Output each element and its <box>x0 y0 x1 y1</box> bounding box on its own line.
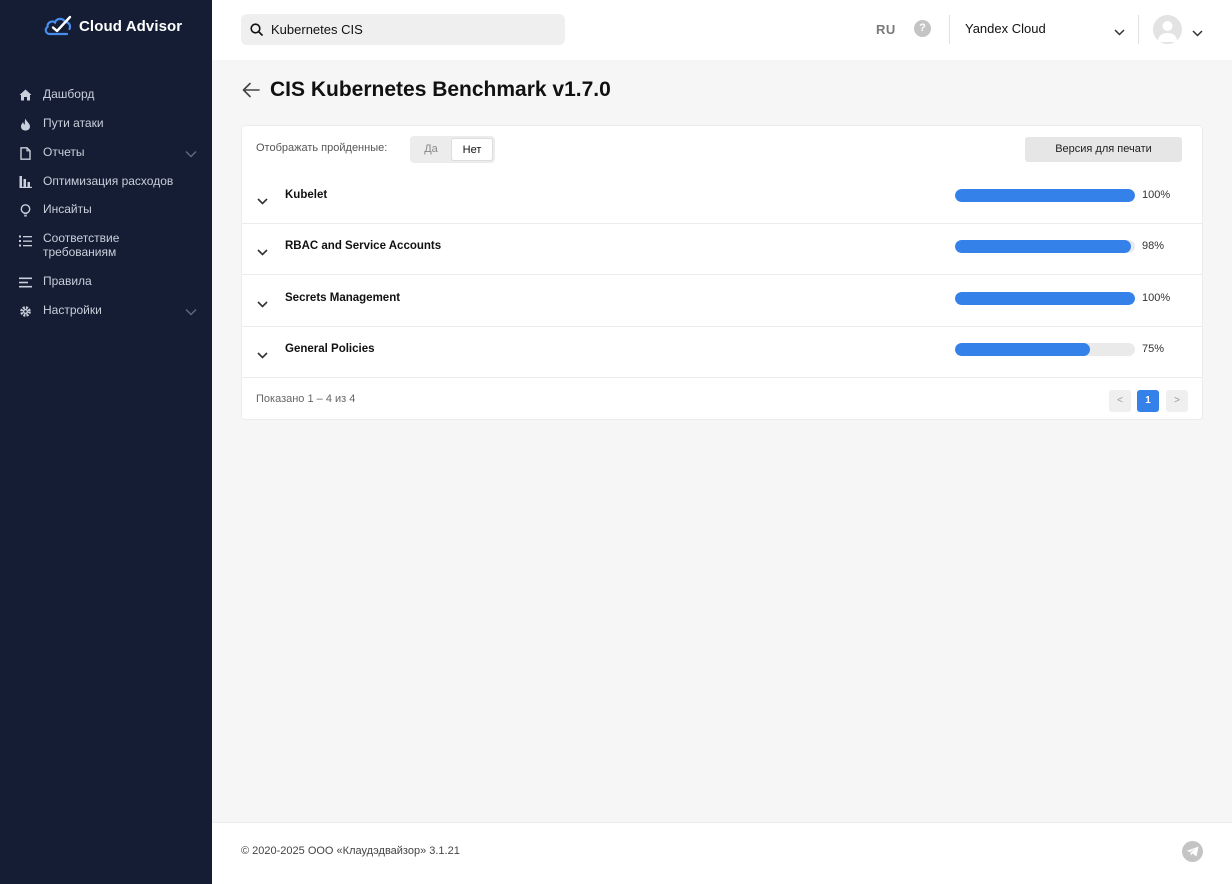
sidebar: Cloud Advisor Дашборд Пути атаки Отчеты <box>0 0 212 884</box>
progress-bar <box>955 292 1135 305</box>
cloud-selector-value: Yandex Cloud <box>965 21 1046 36</box>
footer: © 2020-2025 ООО «Клаудэдвайзор» 3.1.21 <box>212 822 1232 884</box>
copyright: © 2020-2025 ООО «Клаудэдвайзор» 3.1.21 <box>241 845 460 857</box>
section-name: Secrets Management <box>285 292 401 304</box>
chevron-down-icon <box>185 305 197 319</box>
sidebar-item-label: Настройки <box>43 303 102 317</box>
benchmark-row[interactable]: General Policies 75% <box>242 327 1202 378</box>
pagination-info: Показано 1 – 4 из 4 <box>256 393 356 405</box>
help-icon[interactable]: ? <box>914 20 931 37</box>
toggle-option-no[interactable]: Нет <box>451 138 493 161</box>
language-switch[interactable]: RU <box>876 22 896 37</box>
benchmark-card: Отображать пройденные: Да Нет Версия для… <box>241 125 1203 420</box>
lightbulb-icon <box>18 203 32 217</box>
section-name: RBAC and Service Accounts <box>285 240 442 252</box>
sidebar-item-label: Дашборд <box>43 87 95 101</box>
chevron-down-icon[interactable] <box>257 243 268 261</box>
home-icon <box>18 88 32 102</box>
progress-fill <box>955 343 1090 356</box>
back-arrow-icon[interactable] <box>242 82 260 103</box>
topbar: RU ? Yandex Cloud <box>212 0 1232 60</box>
progress-bar <box>955 240 1135 253</box>
document-icon <box>18 146 32 160</box>
divider <box>1138 15 1139 44</box>
progress-percent: 98% <box>1142 240 1165 252</box>
chevron-down-icon <box>1114 24 1125 39</box>
progress-percent: 100% <box>1142 292 1171 304</box>
progress-percent: 100% <box>1142 189 1171 201</box>
show-passed-label: Отображать пройденные: <box>256 142 388 154</box>
sidebar-item-insights[interactable]: Инсайты <box>0 202 92 217</box>
page-title: CIS Kubernetes Benchmark v1.7.0 <box>270 78 611 101</box>
cloud-selector[interactable]: Yandex Cloud <box>965 21 1125 36</box>
chevron-down-icon[interactable] <box>1192 24 1203 42</box>
pagination-page-button[interactable]: 1 <box>1137 390 1159 412</box>
progress-fill <box>955 189 1135 202</box>
sidebar-item-rules[interactable]: Правила <box>0 274 92 289</box>
sidebar-item-label: Правила <box>43 274 92 288</box>
app-logo[interactable]: Cloud Advisor <box>43 15 182 37</box>
chevron-down-icon <box>185 147 197 161</box>
section-name: Kubelet <box>285 189 328 201</box>
divider <box>949 15 950 44</box>
benchmark-row[interactable]: Secrets Management 100% <box>242 276 1202 327</box>
telegram-icon[interactable] <box>1182 841 1203 862</box>
app-name: Cloud Advisor <box>79 17 183 35</box>
user-icon <box>1157 21 1178 42</box>
progress-percent: 75% <box>1142 343 1165 355</box>
rules-icon <box>18 275 32 289</box>
sidebar-item-reports[interactable]: Отчеты <box>0 145 212 160</box>
search-input[interactable] <box>271 22 551 37</box>
sidebar-item-label: Оптимизация расходов <box>43 174 174 188</box>
gear-icon <box>18 304 32 318</box>
search-icon <box>250 23 263 36</box>
sidebar-item-compliance[interactable]: Соответствие требованиям <box>0 231 143 259</box>
bar-chart-icon <box>18 175 32 189</box>
print-version-button[interactable]: Версия для печати <box>1025 137 1182 162</box>
cloud-check-icon <box>44 15 72 36</box>
chevron-down-icon[interactable] <box>257 192 268 210</box>
sidebar-item-label: Отчеты <box>43 145 85 159</box>
search-box[interactable] <box>241 14 565 45</box>
progress-bar <box>955 189 1135 202</box>
checklist-icon <box>18 234 32 248</box>
sidebar-item-settings[interactable]: Настройки <box>0 303 212 318</box>
avatar[interactable] <box>1153 15 1182 44</box>
benchmark-row[interactable]: Kubelet 100% <box>242 173 1202 224</box>
progress-fill <box>955 292 1135 305</box>
flame-icon <box>18 117 32 131</box>
pagination-prev-button[interactable]: < <box>1109 390 1131 412</box>
progress-fill <box>955 240 1132 253</box>
sidebar-item-label: Соответствие требованиям <box>43 231 120 259</box>
benchmark-row[interactable]: RBAC and Service Accounts 98% <box>242 224 1202 275</box>
progress-bar <box>955 343 1135 356</box>
sidebar-item-cost-optimization[interactable]: Оптимизация расходов <box>0 174 173 189</box>
sidebar-item-label: Пути атаки <box>43 116 104 130</box>
pagination-next-button[interactable]: > <box>1166 390 1188 412</box>
sidebar-item-label: Инсайты <box>43 202 92 216</box>
sidebar-item-dashboard[interactable]: Дашборд <box>0 87 94 102</box>
chevron-down-icon[interactable] <box>257 295 268 313</box>
chevron-down-icon[interactable] <box>257 346 268 364</box>
show-passed-toggle: Да Нет <box>410 136 495 163</box>
section-name: General Policies <box>285 343 375 355</box>
sidebar-item-attack-paths[interactable]: Пути атаки <box>0 116 104 131</box>
toggle-option-yes[interactable]: Да <box>413 138 449 161</box>
